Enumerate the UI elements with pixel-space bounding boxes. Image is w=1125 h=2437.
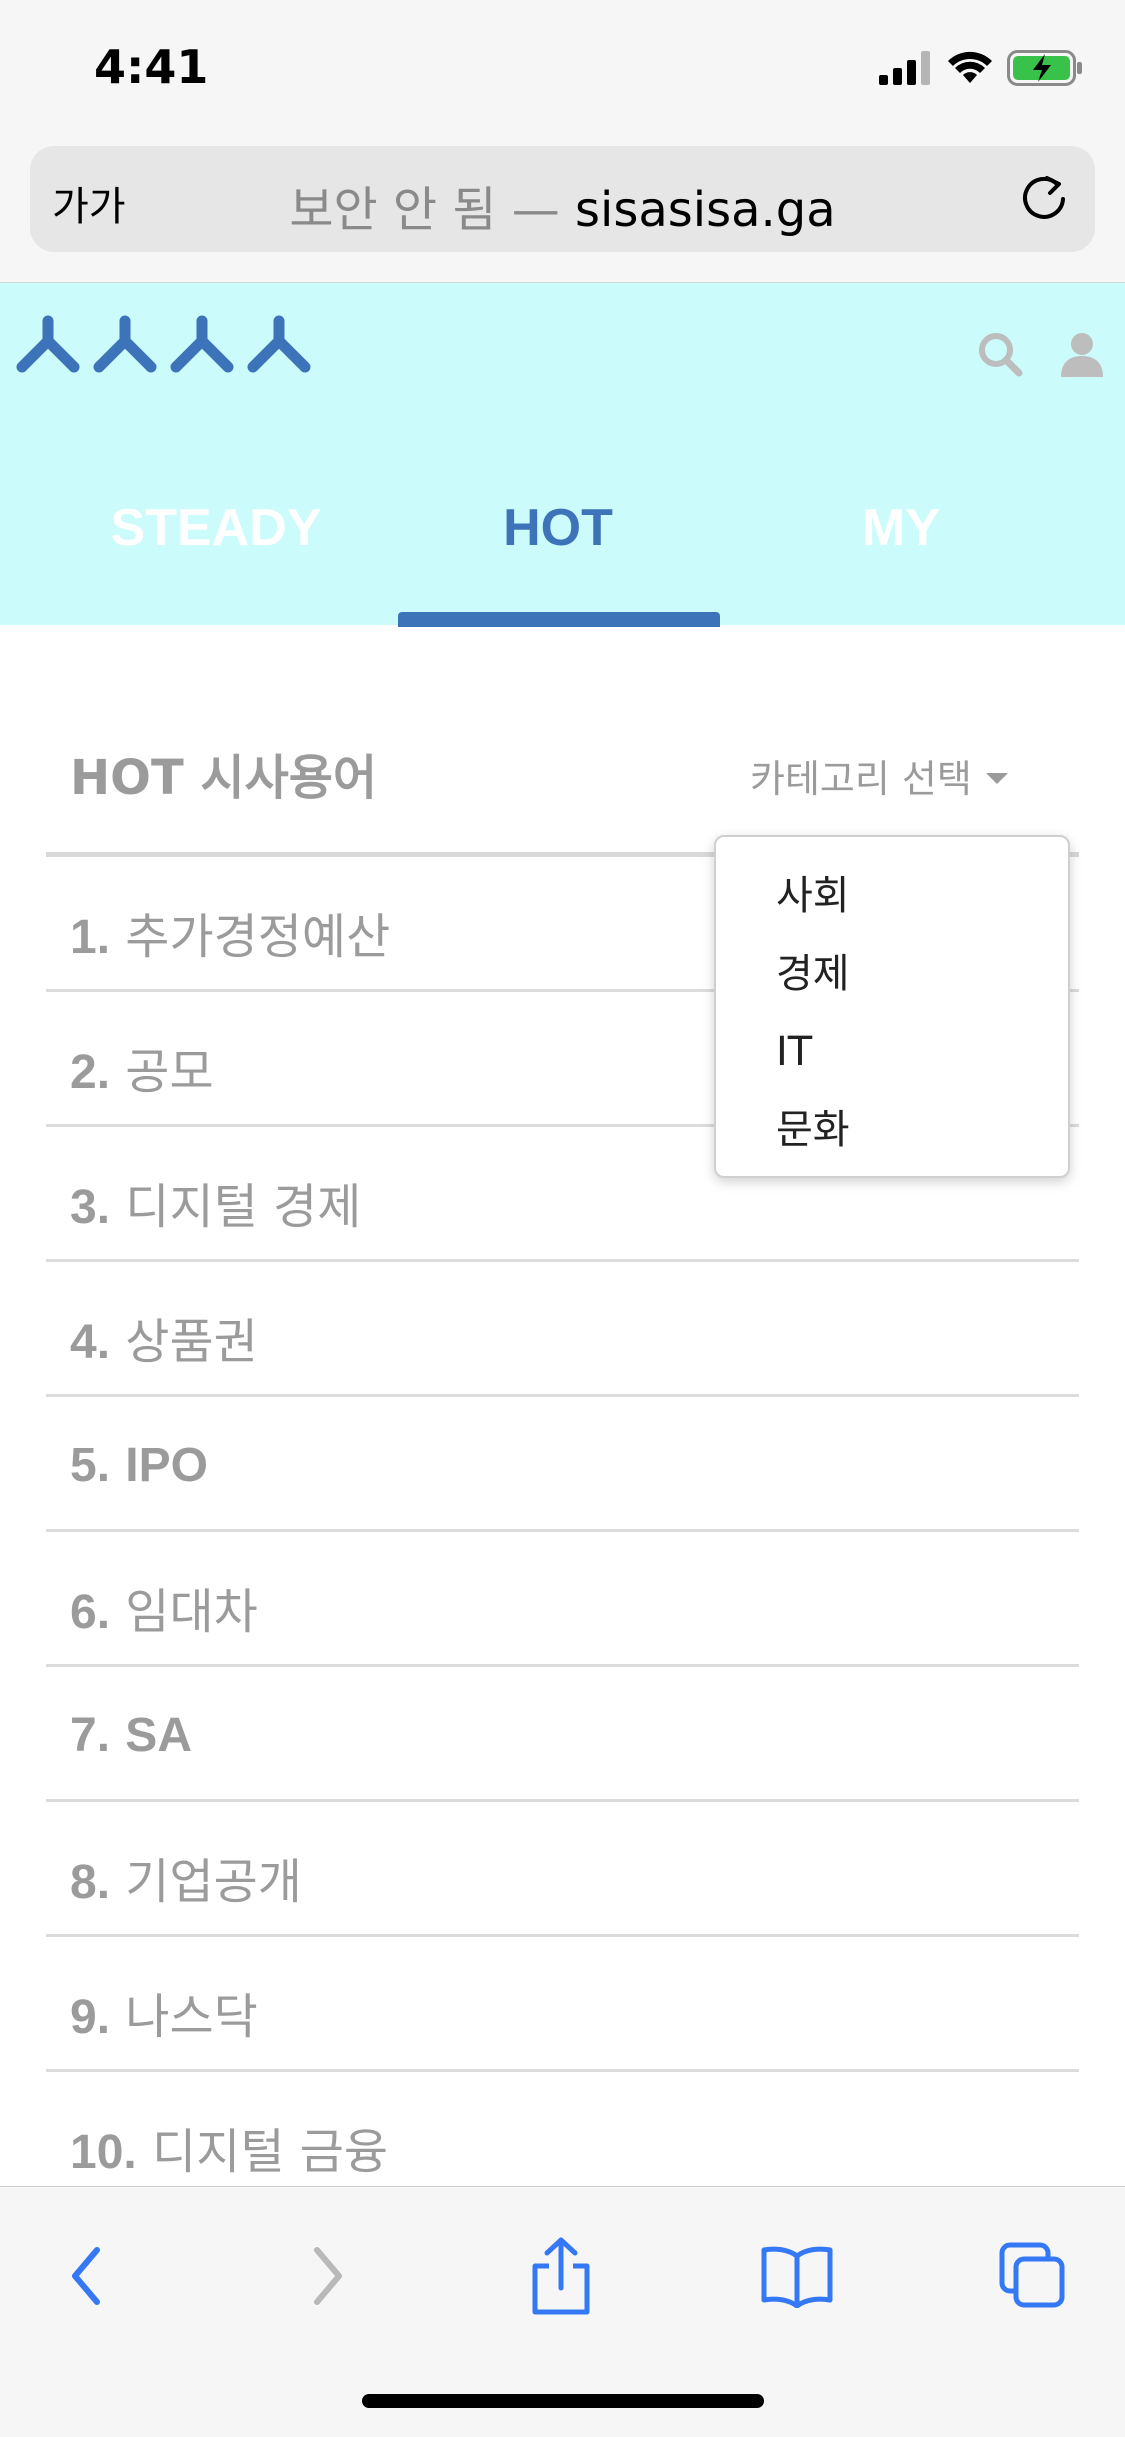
header-icons <box>977 331 1105 377</box>
active-tab-indicator <box>398 612 720 627</box>
category-option-society[interactable]: 사회 <box>716 857 1068 935</box>
term-text: 기업공개 <box>125 1854 302 1910</box>
tabs-icon <box>999 2242 1065 2308</box>
term-label: 2. 공모 <box>70 1032 214 1102</box>
term-rank: 1. <box>70 911 111 964</box>
category-option-culture[interactable]: 문화 <box>716 1091 1068 1169</box>
tab-hot[interactable]: HOT <box>398 488 718 558</box>
forward-icon <box>314 2247 342 2305</box>
term-label: 5. IPO <box>70 1437 208 1493</box>
term-text: 나스닥 <box>125 1989 258 2045</box>
list-item[interactable]: 9. 나스닥 <box>46 1937 1079 2072</box>
term-text: 추가경정예산 <box>125 909 391 965</box>
url-domain: sisasisa.ga <box>575 182 836 238</box>
category-dropdown-menu: 사회 경제 IT 문화 <box>714 835 1070 1178</box>
tabs-button[interactable] <box>988 2231 1078 2321</box>
bookmarks-icon <box>761 2246 833 2308</box>
not-secure-label: 보안 안 됨 — <box>289 182 560 238</box>
site-logo[interactable] <box>14 315 324 377</box>
term-label: 9. 나스닥 <box>70 1977 258 2047</box>
caret-down-icon <box>985 773 1008 784</box>
category-select[interactable]: 카테고리 선택 <box>750 748 1008 803</box>
term-rank: 2. <box>70 1046 111 1099</box>
term-text: SA <box>125 1709 192 1762</box>
main-tabs: STEADY HOT MY <box>0 488 1125 625</box>
term-label: 7. SA <box>70 1707 192 1763</box>
tab-steady[interactable]: STEADY <box>56 488 376 558</box>
list-item[interactable]: 6. 임대차 <box>46 1532 1079 1667</box>
section-title: HOT 시사용어 <box>70 750 378 806</box>
term-text: 상품권 <box>125 1314 258 1370</box>
term-rank: 8. <box>70 1856 111 1909</box>
term-rank: 3. <box>70 1181 111 1234</box>
status-time: 4:41 <box>94 40 209 94</box>
term-rank: 10. <box>70 2126 137 2179</box>
term-rank: 4. <box>70 1316 111 1369</box>
list-item[interactable]: 4. 상품권 <box>46 1262 1079 1397</box>
search-icon[interactable] <box>977 331 1023 377</box>
term-text: 디지털 경제 <box>125 1179 362 1235</box>
share-icon <box>532 2237 590 2315</box>
term-rank: 7. <box>70 1709 111 1762</box>
term-rank: 9. <box>70 1991 111 2044</box>
forward-button[interactable] <box>282 2231 372 2321</box>
address-bar[interactable]: 가가 보안 안 됨 — sisasisa.ga <box>30 146 1095 252</box>
term-label: 4. 상품권 <box>70 1302 258 1372</box>
category-option-it[interactable]: IT <box>716 1013 1068 1091</box>
bookmarks-button[interactable] <box>752 2231 842 2321</box>
share-button[interactable] <box>516 2231 606 2321</box>
list-item[interactable]: 5. IPO <box>46 1397 1079 1532</box>
term-text: IPO <box>125 1439 208 1492</box>
tab-my[interactable]: MY <box>741 488 1061 558</box>
term-label: 3. 디지털 경제 <box>70 1167 361 1237</box>
term-label: 1. 추가경정예산 <box>70 897 390 967</box>
battery-charging-icon <box>1007 50 1082 86</box>
browser-address-area: 가가 보안 안 됨 — sisasisa.ga <box>0 134 1125 283</box>
reload-icon[interactable] <box>1017 172 1071 226</box>
wifi-icon <box>948 51 992 83</box>
back-button[interactable] <box>42 2231 132 2321</box>
site-header: STEADY HOT MY <box>0 283 1125 625</box>
status-icons <box>879 46 1083 90</box>
term-text: 공모 <box>125 1044 214 1100</box>
term-label: 10. 디지털 금융 <box>70 2112 388 2182</box>
term-text: 디지털 금융 <box>152 2124 389 2180</box>
term-rank: 5. <box>70 1439 111 1492</box>
term-text: 임대차 <box>125 1584 258 1640</box>
status-bar: 4:41 <box>0 0 1125 134</box>
term-rank: 6. <box>70 1586 111 1639</box>
signal-icon <box>879 51 930 85</box>
url-display[interactable]: 보안 안 됨 — sisasisa.ga <box>30 170 1095 240</box>
category-select-label: 카테고리 선택 <box>750 757 972 801</box>
list-item[interactable]: 8. 기업공개 <box>46 1802 1079 1937</box>
list-item[interactable]: 7. SA <box>46 1667 1079 1802</box>
user-icon[interactable] <box>1059 331 1105 377</box>
category-option-economy[interactable]: 경제 <box>716 935 1068 1013</box>
term-label: 8. 기업공개 <box>70 1842 302 1912</box>
term-label: 6. 임대차 <box>70 1572 258 1642</box>
home-indicator <box>362 2394 764 2408</box>
back-icon <box>72 2247 100 2305</box>
